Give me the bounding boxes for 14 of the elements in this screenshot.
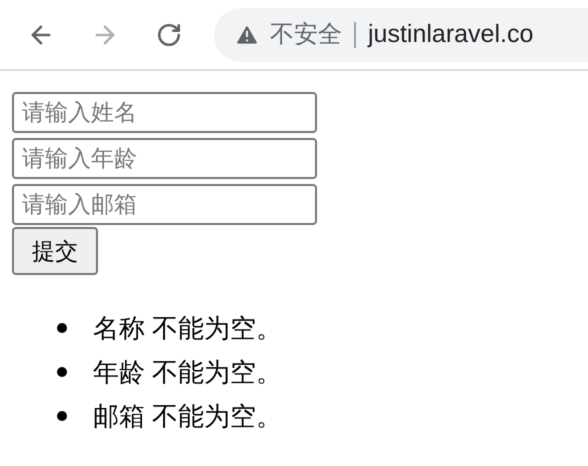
text-field[interactable]: 请输入姓名 — [12, 92, 317, 133]
security-label: 不安全 — [270, 20, 342, 50]
bullet-icon — [57, 367, 67, 377]
error-message: 年龄 不能为空。 — [93, 356, 282, 388]
text-field[interactable]: 请输入年龄 — [12, 138, 317, 179]
submit-button[interactable]: 提交 — [12, 227, 98, 275]
bullet-icon — [57, 411, 67, 421]
url-text: justinlaravel.co — [368, 18, 534, 50]
address-bar[interactable]: 不安全 justinlaravel.co — [214, 8, 588, 62]
reload-icon — [156, 22, 182, 48]
error-message: 邮箱 不能为空。 — [93, 400, 282, 432]
text-field[interactable]: 请输入邮箱 — [12, 184, 317, 225]
error-message: 名称 不能为空。 — [93, 312, 282, 344]
bullet-icon — [57, 323, 67, 333]
